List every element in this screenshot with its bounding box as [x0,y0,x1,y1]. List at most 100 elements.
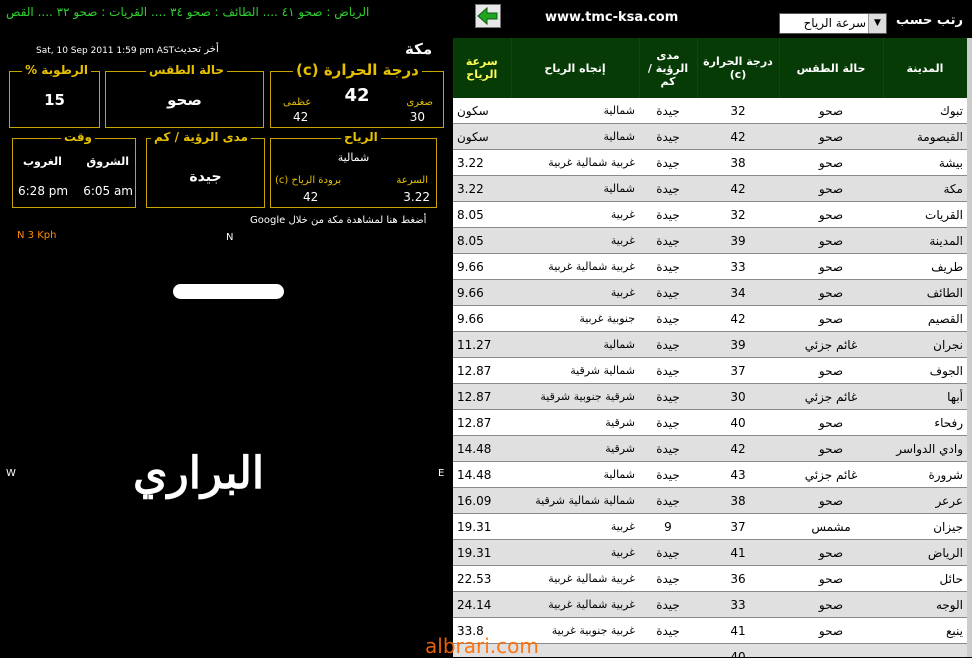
cell-city[interactable]: شرورة [883,461,967,488]
cell-city[interactable]: القيصومة [883,123,967,150]
cell-temp: 38 [697,487,779,514]
cell-city[interactable]: الرياض [883,539,967,566]
cell-city[interactable] [883,643,967,657]
cell-city[interactable]: حائل [883,565,967,592]
arrow-left-icon [477,6,498,26]
table-row[interactable]: 9.66 جنوبية غربية جيدة 42 صحو القصيم [453,305,967,332]
cell-city[interactable]: نجران [883,331,967,358]
cell-city[interactable]: الوجه [883,591,967,618]
table-row[interactable]: 8.05 غربية جيدة 32 صحو القريات [453,201,967,228]
cell-dir: غربية [511,539,639,566]
time-box: وقت الشروق الغروب 6:05 am 6:28 pm [12,130,136,208]
compass-east: E [438,468,445,479]
temperature-box: (c) درجة الحرارة 42 صغرى 30 عظمى 42 [270,61,444,128]
cell-dir: شرقية [511,409,639,436]
header-city[interactable]: المدينة [883,38,967,98]
cell-dir: جنوبية غربية [511,305,639,332]
table-row[interactable]: 19.31 غربية جيدة 41 صحو الرياض [453,539,967,566]
table-row[interactable]: 9.66 غربية جيدة 34 صحو الطائف [453,279,967,306]
cell-city[interactable]: المدينة [883,227,967,254]
cell-cond: صحو [779,617,883,644]
cell-temp: 32 [697,98,779,124]
cell-city[interactable]: جيزان [883,513,967,540]
cell-city[interactable]: القصيم [883,305,967,332]
table-row[interactable]: 12.87 شرقية جنوبية شرقية جيدة 30 غائم جزئي أب… [453,383,967,410]
table-row[interactable]: 3.22 غربية شمالية غربية جيدة 38 صحو بيشة [453,149,967,176]
cell-city[interactable]: عرعر [883,487,967,514]
header-direction[interactable]: إتجاه الرياح [511,38,640,98]
news-ticker[interactable]: الرياض : صحو ٤١ .... الطائف : صحو ٣٤ ...… [6,5,376,19]
chevron-down-icon[interactable]: ▼ [868,14,886,33]
cell-temp: 30 [697,383,779,410]
table-row[interactable]: 14.48 شرقية جيدة 42 صحو وادي الدواسر [453,435,967,462]
table-row[interactable]: سكون شمالية جيدة 32 صحو تبوك [453,98,967,124]
cell-temp: 40 [697,409,779,436]
back-button[interactable] [475,4,501,28]
cell-temp: 42 [697,175,779,202]
cell-spd: 12.87 [453,357,511,384]
scrollbar[interactable] [967,38,972,657]
cell-temp: 42 [697,123,779,150]
cell-temp: 41 [697,539,779,566]
temperature-max-label: عظمى [283,97,312,108]
cell-city[interactable]: أبها [883,383,967,410]
cell-vis: جيدة [639,253,697,280]
cell-city[interactable]: بيشة [883,149,967,176]
cell-city[interactable]: الطائف [883,279,967,306]
visibility-value: جيدة [189,169,222,185]
cell-city[interactable]: تبوك [883,98,967,124]
cell-spd: 3.22 [453,175,511,202]
sort-select[interactable]: سرعة الرياح ▼ [779,13,887,34]
table-row[interactable]: 16.09 شمالية شمالية شرقية جيدة 38 صحو عرعر [453,487,967,514]
wind-speed-label: السرعة [396,175,428,186]
cell-dir: شمالية شرقية [511,357,639,384]
weather-table: سرعة الرياح إتجاه الرياح مدى الرؤية / كم… [453,38,967,657]
cell-city[interactable]: ينبع [883,617,967,644]
cell-city[interactable]: وادي الدواسر [883,435,967,462]
header-speed[interactable]: سرعة الرياح [453,38,512,98]
table-row[interactable]: 19.31 غربية 9 37 مشمس جيزان [453,513,967,540]
cell-spd: 19.31 [453,513,511,540]
cell-spd: 11.27 [453,331,511,358]
header-condition[interactable]: حالة الطقس [779,38,884,98]
table-row[interactable]: 9.66 غربية شمالية غربية جيدة 33 صحو طريف [453,253,967,280]
cell-temp: 42 [697,435,779,462]
cell-dir: غربية [511,279,639,306]
cell-dir: غربية شمالية غربية [511,565,639,592]
cell-city[interactable]: القريات [883,201,967,228]
map-wind-speed: N 3 Kph [17,230,57,241]
header-visibility[interactable]: مدى الرؤية / كم [639,38,698,98]
table-row[interactable]: 8.05 غربية جيدة 39 صحو المدينة [453,227,967,254]
cell-spd: 14.48 [453,435,511,462]
table-row[interactable]: 24.14 غربية شمالية غربية جيدة 33 صحو الوجه [453,591,967,618]
table-row[interactable]: 14.48 شمالية جيدة 43 غائم جزئي شرورة [453,461,967,488]
wind-box: الرياح شمالية السرعة 3.22 (c) برودة الري… [270,130,437,208]
cell-vis: جيدة [639,279,697,306]
table-row[interactable]: 22.53 غربية شمالية غربية جيدة 36 صحو حائل [453,565,967,592]
sunrise-label: الشروق [86,155,129,168]
table-row[interactable]: 12.87 شمالية شرقية جيدة 37 صحو الجوف [453,357,967,384]
google-map-link[interactable]: Google أضغط هنا لمشاهدة مكة من خلال [250,215,426,226]
cell-city[interactable]: طريف [883,253,967,280]
site-url[interactable]: www.tmc-ksa.com [545,10,678,25]
cell-temp: 33 [697,253,779,280]
table-row[interactable]: 11.27 شمالية جيدة 39 غائم جزئي نجران [453,331,967,358]
cell-cond: صحو [779,487,883,514]
cities-table: سرعة الرياح إتجاه الرياح مدى الرؤية / كم… [453,38,967,657]
cell-city[interactable]: مكة [883,175,967,202]
cell-cond: صحو [779,591,883,618]
cell-dir: غربية [511,513,639,540]
header-temp[interactable]: درجة الحرارة (c) [697,38,780,98]
table-row[interactable]: سكون شمالية جيدة 42 صحو القيصومة [453,123,967,150]
albrari-logo: البراري [133,448,265,499]
temperature-min: 30 [409,110,425,124]
cell-spd: 9.66 [453,305,511,332]
cell-cond: غائم جزئي [779,331,883,358]
cell-city[interactable]: الجوف [883,357,967,384]
temperature-title: (c) درجة الحرارة [293,61,422,79]
cell-spd: 9.66 [453,253,511,280]
table-row[interactable]: 3.22 شمالية جيدة 42 صحو مكة [453,175,967,202]
table-row[interactable]: 12.87 شرقية جيدة 40 صحو رفحاء [453,409,967,436]
cell-city[interactable]: رفحاء [883,409,967,436]
cell-spd: 12.87 [453,409,511,436]
